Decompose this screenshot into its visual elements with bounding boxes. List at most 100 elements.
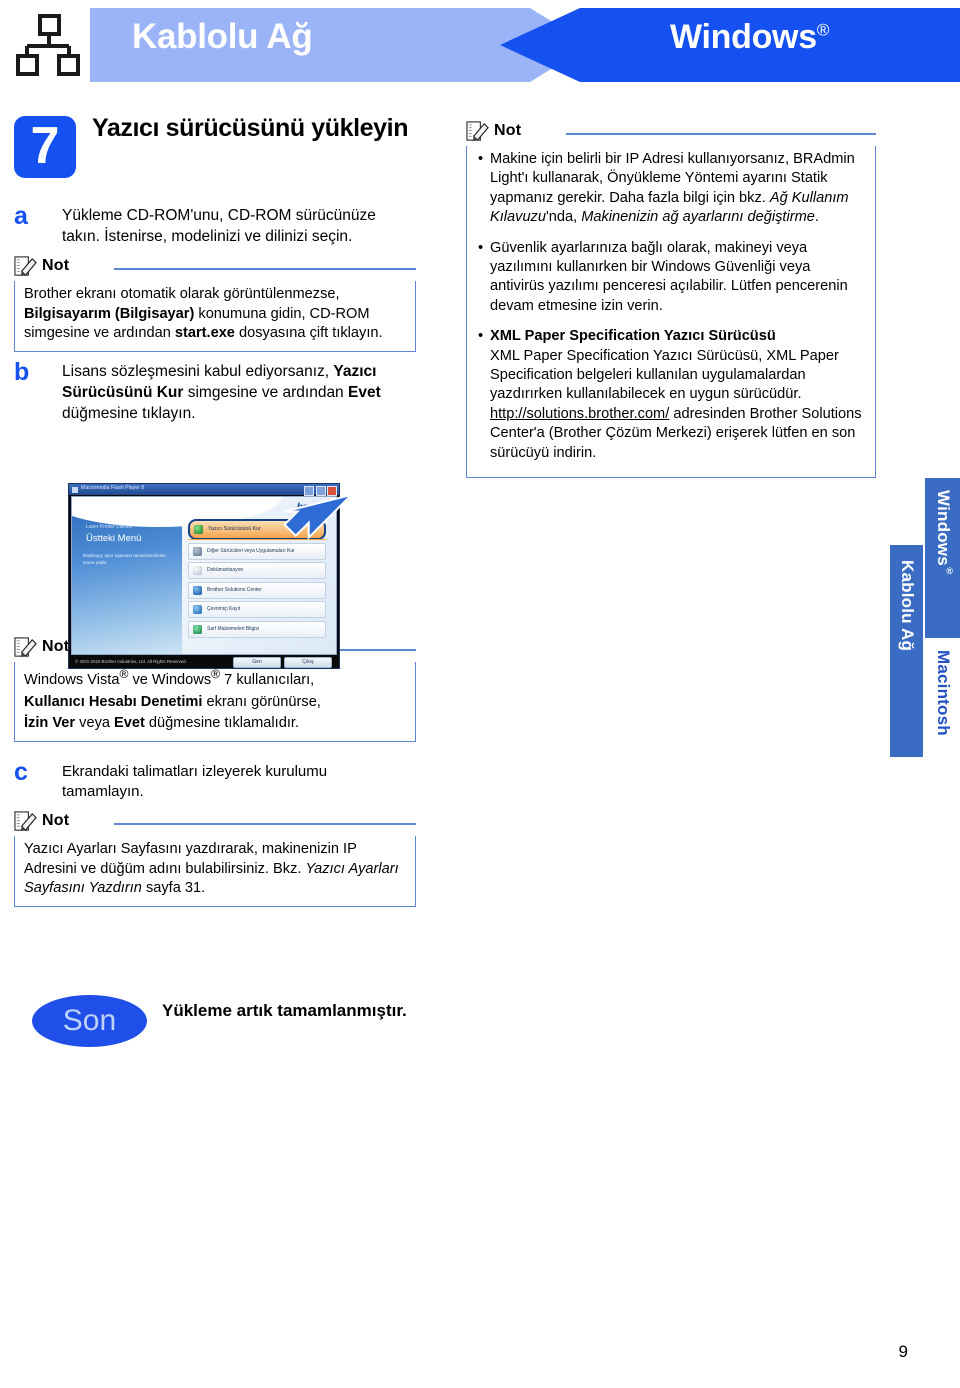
- left-panel-title: Üstteki Menü: [86, 533, 142, 544]
- substep-b-letter: b: [14, 358, 30, 387]
- note-b-label: Not: [42, 638, 70, 656]
- side-tab-macintosh-label: Macintosh: [934, 650, 953, 736]
- note-b-mid: veya: [75, 714, 115, 731]
- note-c-rule: [114, 823, 416, 826]
- supplies-icon: [193, 624, 202, 634]
- note-c-header: Not: [14, 811, 416, 836]
- register-icon: [193, 605, 202, 614]
- step-header: 7 Yazıcı sürücüsünü yükleyin: [0, 114, 430, 196]
- finish-row: Son Yükleme artık tamamlanmıştır.: [0, 995, 430, 1051]
- side-tab-windows-label: Windows®: [933, 490, 955, 576]
- page-number: 9: [898, 1342, 908, 1361]
- note-a-bold2: start.exe: [174, 325, 235, 342]
- callout-arrow-icon: [283, 493, 355, 541]
- registered-mark-icon: ®: [816, 20, 830, 40]
- finish-text: Yükleme artık tamamlanmıştır.: [162, 1001, 407, 1020]
- screenshot-window-title: Macromedia Flash Player 8: [81, 485, 145, 491]
- note-pencil-icon: [466, 121, 489, 142]
- menu-item-label: Diğer Sürücüleri veya Uygulamaları Kur: [207, 547, 295, 554]
- note-b-l1b: ve Windows: [128, 672, 212, 689]
- bullet3-plain1: XML Paper Specification Yazıcı Sürücüsü,…: [490, 347, 839, 403]
- note-a-header: Not: [14, 256, 416, 281]
- substep-b-part4: Evet: [348, 384, 381, 402]
- app-icon: [72, 486, 78, 493]
- menu-item-label: Brother Solutions Center: [207, 586, 262, 593]
- note-c-end: sayfa 31.: [141, 880, 206, 897]
- note-b-bold3: Evet: [114, 714, 145, 731]
- tools-icon: [193, 546, 202, 556]
- note-right-label: Not: [494, 122, 522, 139]
- bullet1-plain2: 'nda,: [545, 209, 582, 226]
- note-a-body: Brother ekranı otomatik olarak görüntüle…: [14, 281, 416, 353]
- note-a: Not Brother ekranı otomatik olarak görün…: [14, 256, 416, 353]
- substep-b: b Lisans sözleşmesini kabul ediyorsanız,…: [0, 358, 430, 424]
- step-title: Yazıcı sürücüsünü yükleyin: [92, 114, 409, 142]
- note-b-bold1: Kullanıcı Hesabı Denetimi: [24, 693, 203, 710]
- substep-c: c Ekrandaki talimatları izleyerek kurulu…: [0, 758, 430, 802]
- left-panel-subtitle: Laser Printer Utilities: [86, 524, 133, 530]
- bullet2-plain1: Güvenlik ayarlarınıza bağlı olarak, maki…: [490, 239, 848, 314]
- menu-item-solutions-center[interactable]: Brother Solutions Center: [188, 581, 326, 599]
- substep-c-text: Ekrandaki talimatları izleyerek kurulumu…: [62, 763, 328, 801]
- note-right-header: Not: [466, 121, 876, 146]
- substep-a: a Yükleme CD-ROM'unu, CD-ROM sürücünüze …: [0, 202, 430, 247]
- bullet3-bold1: XML Paper Specification Yazıcı Sürücüsü: [490, 328, 776, 345]
- menu-item-label: Dokümantasyon: [207, 567, 244, 573]
- note-c-label: Not: [42, 812, 70, 830]
- finish-badge: Son: [32, 995, 147, 1047]
- note-b-l1c: 7 kullanıcıları,: [220, 672, 315, 689]
- menu-item-label: Sarf Malzemeleri Bilgisi: [207, 625, 259, 632]
- note-a-line1: Brother ekranı otomatik olarak görüntüle…: [24, 286, 340, 303]
- bullet1-italic2: Makinenizin ağ ayarlarını değiştirme: [581, 209, 815, 226]
- note-b-rest2: düğmesine tıklamalıdır.: [144, 714, 299, 731]
- note-c-body: Yazıcı Ayarları Sayfasını yazdırarak, ma…: [14, 836, 416, 908]
- menu-item-label: Yazıcı Sürücüsünü Kur: [208, 526, 261, 532]
- globe-icon: [193, 585, 202, 595]
- menu-item-install-other-drivers[interactable]: Diğer Sürücüleri veya Uygulamaları Kur: [188, 542, 326, 560]
- note-pencil-icon: [14, 256, 37, 277]
- side-tab-windows-text: Windows: [934, 490, 953, 566]
- substep-c-letter: c: [14, 758, 28, 787]
- left-panel-text: Başlangıç ayar aşaması tamamlandıktan so…: [83, 553, 166, 565]
- note-right-bullet-list: Makine için belirli bir IP Adresi kullan…: [476, 150, 866, 463]
- menu-item-online-registration[interactable]: Çevrimiçi Kayıt: [188, 601, 326, 618]
- screenshot-footer: © 2001-2010 Brother Industries, Ltd. All…: [71, 655, 337, 668]
- note-b-bold2: İzin Ver: [24, 714, 76, 731]
- note-right-bullet-2: Güvenlik ayarlarınıza bağlı olarak, maki…: [476, 239, 866, 317]
- substep-b-part3: simgesine ve ardından: [183, 384, 348, 402]
- substep-a-text: Yükleme CD-ROM'unu, CD-ROM sürücünüze ta…: [62, 207, 376, 245]
- note-right-rule: [566, 133, 876, 135]
- menu-item-documentation[interactable]: Dokümantasyon: [188, 562, 326, 579]
- back-button[interactable]: Geri: [233, 656, 281, 668]
- exit-button[interactable]: Çıkış: [284, 656, 332, 668]
- side-tab-wired-network-label: Kablolu Ağ: [898, 560, 917, 652]
- header-right-title: Windows®: [670, 18, 829, 57]
- note-a-bold1: Bilgisayarım (Bilgisayar): [24, 305, 195, 322]
- menu-item-supplies-info[interactable]: Sarf Malzemeleri Bilgisi: [188, 620, 326, 638]
- document-icon: [193, 566, 202, 575]
- note-right-bullet-1: Makine için belirli bir IP Adresi kullan…: [476, 150, 866, 228]
- note-pencil-icon: [14, 637, 37, 658]
- note-a-label: Not: [42, 257, 70, 275]
- note-right-body: Makine için belirli bir IP Adresi kullan…: [466, 146, 876, 479]
- step-number-badge: 7: [14, 116, 76, 178]
- bullet1-plain3: .: [814, 209, 819, 226]
- registered-mark-icon: ®: [211, 667, 221, 682]
- note-a-rule: [114, 268, 416, 271]
- note-a-rest2: dosyasına çift tıklayın.: [234, 325, 383, 342]
- brother-solutions-link[interactable]: http://solutions.brother.com/: [490, 406, 669, 422]
- note-b-body: Windows Vista® ve Windows® 7 kullanıcıla…: [14, 662, 416, 743]
- note-right: Not Makine için belirli bir IP Adresi ku…: [466, 121, 876, 479]
- note-pencil-icon: [14, 811, 37, 832]
- substep-a-letter: a: [14, 202, 28, 230]
- network-topology-icon: [16, 14, 80, 76]
- right-column: Not Makine için belirli bir IP Adresi ku…: [466, 121, 876, 479]
- page-header: Kablolu Ağ Windows®: [0, 0, 960, 90]
- substep-b-text: Lisans sözleşmesini kabul ediyorsanız, Y…: [62, 362, 410, 424]
- registered-mark-icon: ®: [944, 565, 955, 577]
- note-b-l1a: Windows Vista: [24, 672, 120, 689]
- copyright-text: © 2001-2010 Brother Industries, Ltd. All…: [75, 658, 187, 664]
- header-left-title: Kablolu Ağ: [132, 17, 313, 56]
- menu-item-label: Çevrimiçi Kayıt: [207, 606, 241, 612]
- header-right-title-text: Windows: [670, 18, 817, 56]
